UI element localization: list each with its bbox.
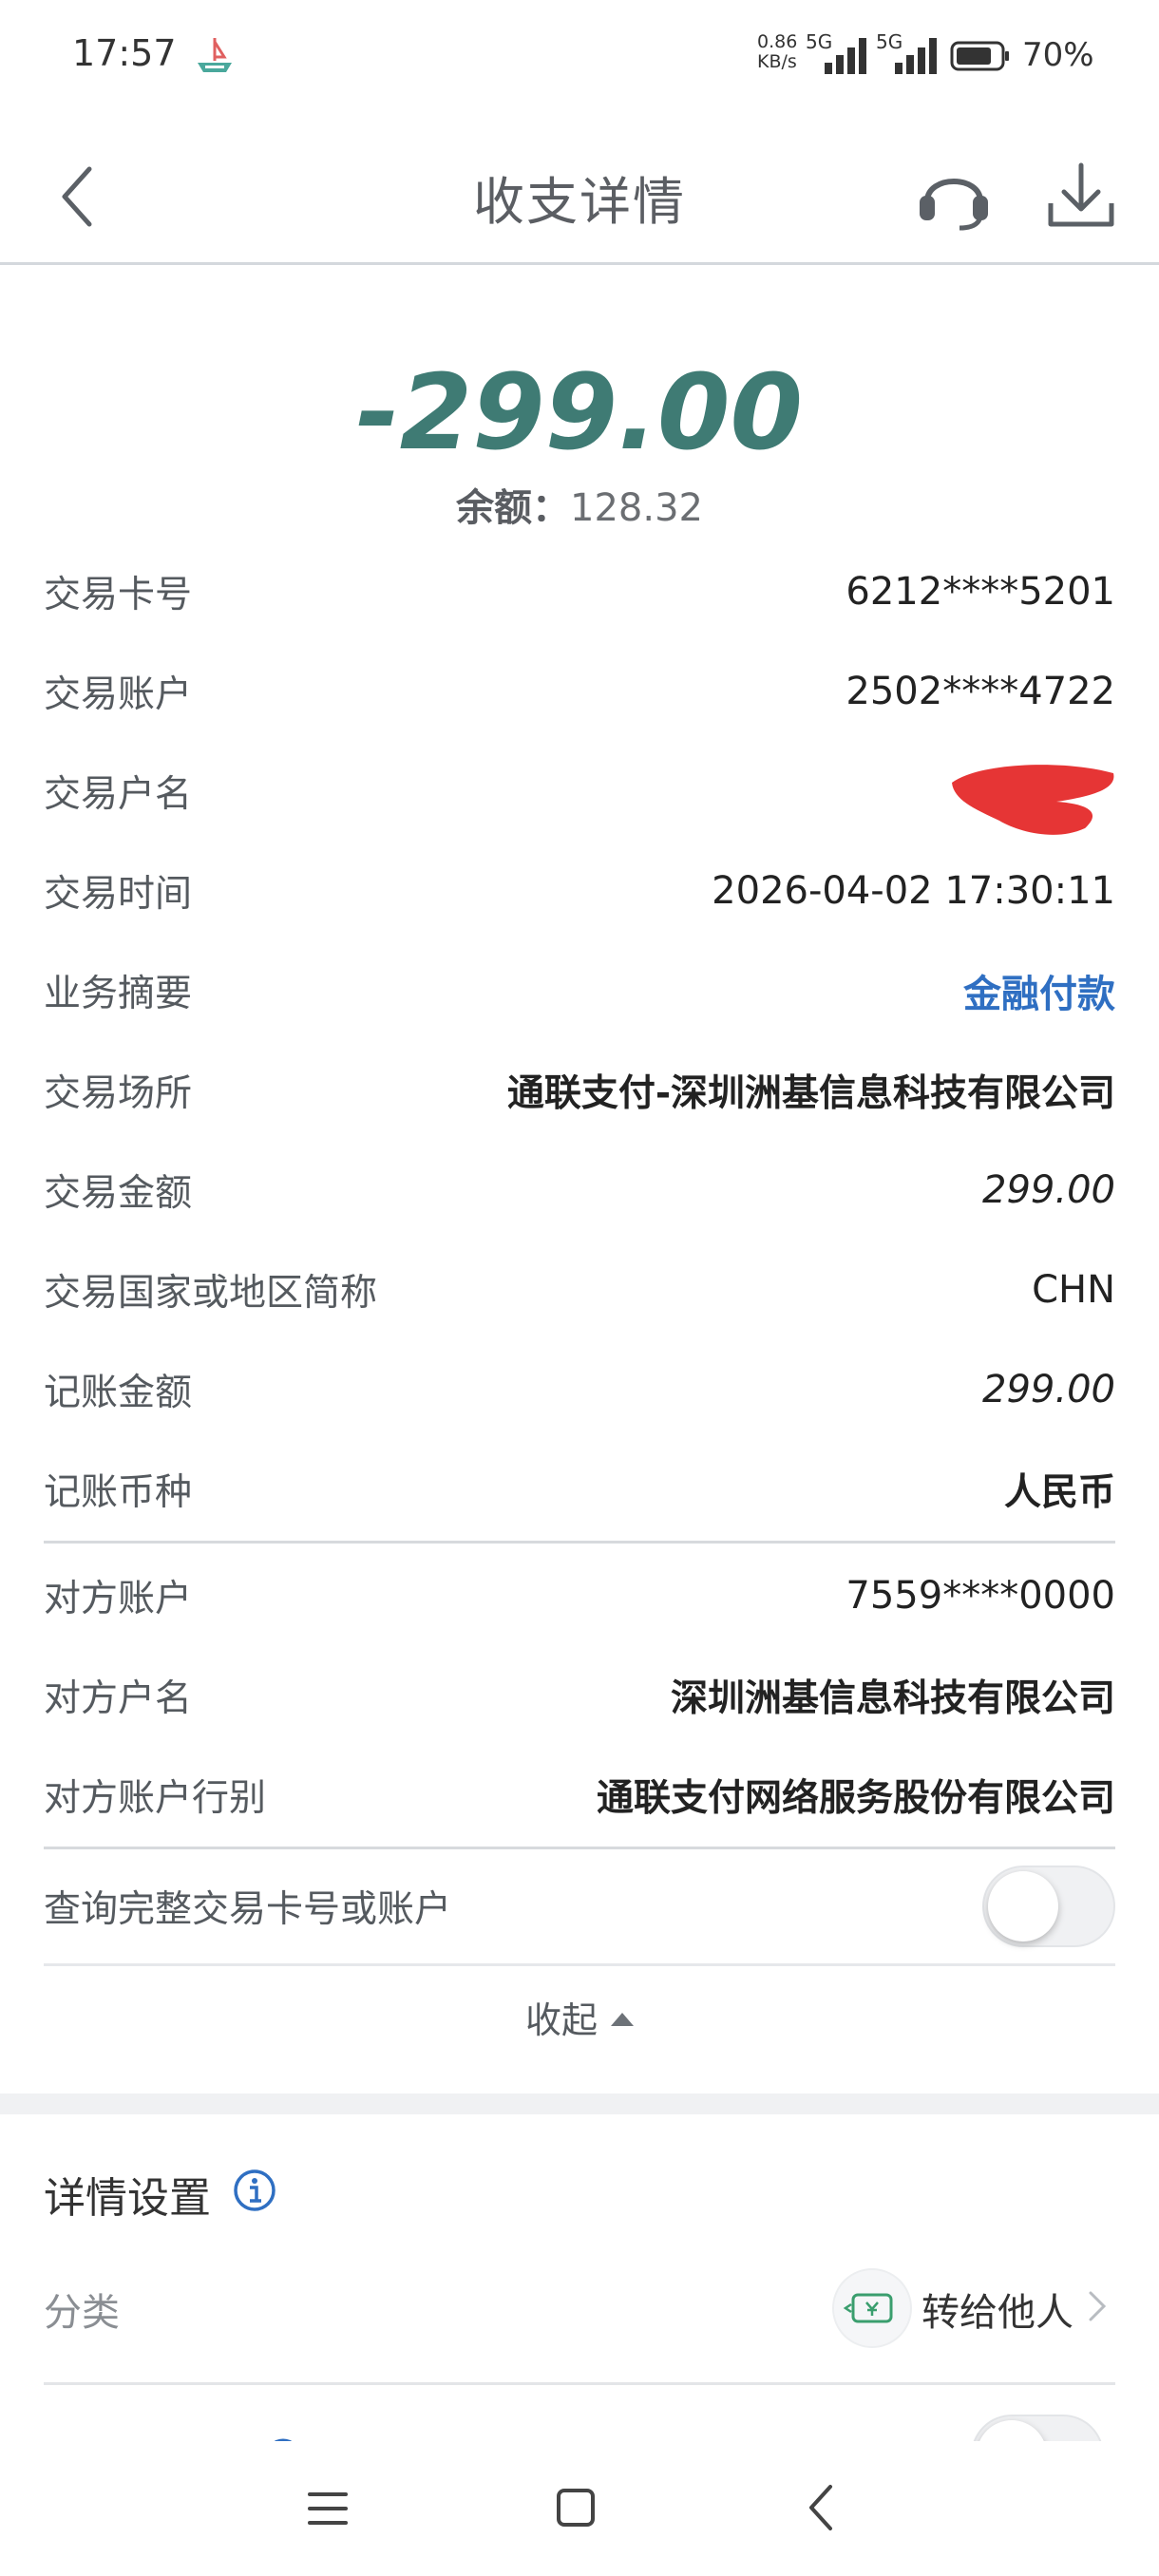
section-separator (0, 2093, 1159, 2114)
row-card-number: 交易卡号 6212****5201 (44, 569, 1115, 616)
row-posted-amount: 记账金额 299.00 (44, 1367, 1115, 1414)
signal-icon-2 (895, 38, 937, 74)
divider (44, 2382, 1115, 2385)
system-back-icon[interactable] (806, 2483, 836, 2532)
row-query-full: 查询完整交易卡号或账户 (44, 1851, 1115, 1961)
settings-title: 详情设置 (44, 2174, 211, 2223)
home-icon[interactable] (555, 2487, 597, 2529)
info-icon[interactable] (232, 2168, 277, 2213)
row-amount: 交易金额 299.00 (44, 1167, 1115, 1215)
system-nav-bar (0, 2441, 1159, 2576)
detail-list: 交易卡号 6212****5201 交易账户 2502****4722 交易户名… (44, 541, 1115, 1968)
divider (44, 1847, 1115, 1849)
category-label: 分类 (44, 2291, 120, 2335)
balance-label: 余额： (456, 486, 571, 530)
row-merchant: 交易场所 通联支付-深圳洲基信息科技有限公司 (44, 1071, 1115, 1115)
triangle-up-icon (611, 2012, 634, 2026)
collapse-button[interactable]: 收起 (0, 1991, 1159, 2043)
status-bar: 17:57 0.86 KB/s 5G 5G 70% (0, 0, 1159, 114)
battery-icon (950, 41, 1009, 71)
category-value[interactable]: 转给他人 (922, 2282, 1074, 2337)
balance: 余额：128.32 (0, 477, 1159, 532)
row-account-name: 交易户名 (44, 741, 1115, 841)
boat-notification-icon (198, 38, 232, 72)
download-icon[interactable] (1045, 160, 1117, 232)
summary-link[interactable]: 金融付款 (963, 963, 1115, 1018)
transfer-icon (843, 2293, 893, 2323)
chevron-right-icon[interactable] (1087, 2289, 1108, 2323)
row-counterparty-bank: 对方账户行别 通联支付网络服务股份有限公司 (44, 1776, 1115, 1820)
transaction-amount: -299.00 (355, 351, 804, 473)
status-time: 17:57 (72, 32, 177, 74)
headset-icon[interactable] (914, 158, 994, 234)
signal-icon-1 (825, 38, 866, 74)
battery-percent: 70% (1022, 36, 1094, 74)
category-badge (832, 2268, 912, 2348)
balance-value: 128.32 (570, 486, 703, 530)
row-summary: 业务摘要 金融付款 (44, 940, 1115, 1040)
net-speed: 0.86 KB/s (757, 31, 798, 72)
divider (44, 1541, 1115, 1544)
row-country: 交易国家或地区简称 CHN (44, 1267, 1115, 1315)
divider (44, 1963, 1115, 1966)
row-currency: 记账币种 人民币 (44, 1470, 1115, 1514)
redaction-scribble (952, 765, 1114, 835)
row-time: 交易时间 2026-04-02 17:30:11 (44, 868, 1115, 916)
row-counterparty-name: 对方户名 深圳洲基信息科技有限公司 (44, 1676, 1115, 1720)
menu-icon[interactable] (306, 2489, 350, 2529)
row-account: 交易账户 2502****4722 (44, 669, 1115, 716)
row-counterparty-account: 对方账户 7559****0000 (44, 1573, 1115, 1620)
nav-bar: 收支详情 (0, 133, 1159, 265)
toggle-knob (988, 1871, 1058, 1941)
query-full-toggle[interactable] (982, 1866, 1115, 1947)
